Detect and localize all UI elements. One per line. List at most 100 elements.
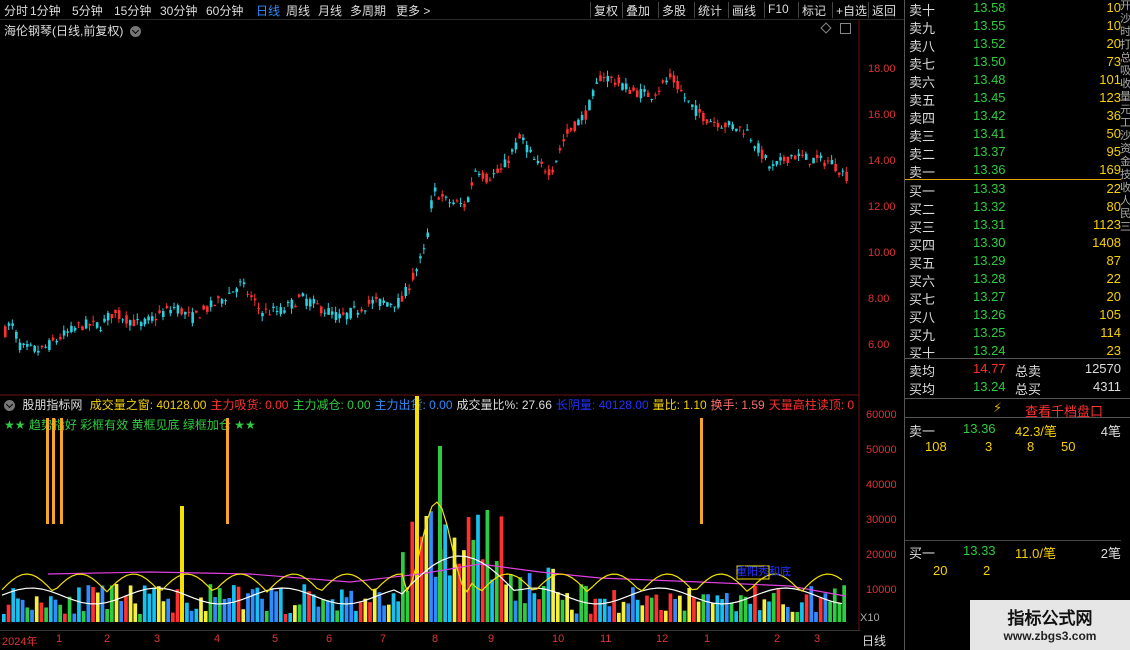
volume-bar	[673, 598, 677, 622]
time-tick: 2	[774, 633, 781, 645]
orderbook-level[interactable]: 买二 13.32 80	[905, 199, 1121, 217]
buy1-price: 13.33	[963, 543, 996, 558]
candle-body	[338, 313, 341, 319]
candle-body	[815, 154, 819, 159]
orderbook-level[interactable]: 卖二 13.37 95	[905, 144, 1121, 162]
volume-bar	[325, 600, 330, 622]
orderbook-level[interactable]: 买六 13.28 22	[905, 271, 1121, 289]
volume-bar	[63, 613, 67, 622]
toolbar-button-0[interactable]: 复权	[594, 2, 618, 19]
orderbook-level[interactable]: 买四 13.30 1408	[905, 235, 1121, 253]
period-tab-9[interactable]: 多周期	[350, 2, 386, 19]
volume-bar	[44, 607, 48, 622]
candle-body	[602, 76, 606, 79]
candle-body	[62, 330, 66, 336]
volume-bar	[152, 588, 156, 622]
period-tab-0[interactable]: 分时	[4, 2, 28, 19]
toolbar-button-8[interactable]: 返回	[872, 2, 896, 19]
candle-body	[654, 94, 657, 96]
orderbook-level[interactable]: 卖一 13.36 169	[905, 162, 1121, 180]
volume-bar	[504, 584, 508, 622]
period-label[interactable]: 日线	[862, 632, 886, 649]
volume-bar	[570, 609, 574, 622]
volume-bar	[743, 596, 748, 622]
time-tick: 12	[656, 633, 669, 645]
toolbar-button-4[interactable]: 画线	[732, 2, 756, 19]
divider	[905, 179, 1121, 180]
candle-body	[11, 323, 14, 326]
level-pr: 13.28	[973, 271, 1006, 286]
toolbar-button-2[interactable]: 多股	[662, 2, 686, 19]
volume-bar	[720, 599, 724, 622]
orderbook-level[interactable]: 买九 13.25 114	[905, 325, 1121, 343]
candle-body	[198, 317, 202, 319]
candle-body	[209, 300, 213, 308]
toolbar-button-7[interactable]: +自选	[836, 2, 867, 19]
volume-chart[interactable]	[0, 396, 860, 630]
volume-bar	[724, 593, 729, 622]
volume-bar	[804, 594, 809, 622]
candle-body	[746, 129, 749, 131]
candle-body	[760, 149, 764, 159]
orderbook-level[interactable]: 卖七 13.50 73	[905, 54, 1121, 72]
orderbook-level[interactable]: 卖十 13.58 10	[905, 0, 1121, 18]
volume-bar	[241, 609, 246, 622]
orderbook-level[interactable]: 卖四 13.42 36	[905, 108, 1121, 126]
volume-bar	[640, 605, 645, 622]
candle-body	[228, 292, 231, 294]
period-tab-8[interactable]: 月线	[318, 2, 342, 19]
orderbook-level[interactable]: 买五 13.29 87	[905, 253, 1121, 271]
period-tab-4[interactable]: 30分钟	[160, 2, 197, 19]
candle-body	[837, 172, 841, 175]
candle-body	[617, 77, 621, 84]
candle-body	[588, 100, 591, 111]
candle-body	[621, 83, 624, 90]
candle-body	[632, 87, 635, 91]
price-tick: 12.00	[868, 201, 896, 213]
toolbar-button-1[interactable]: 叠加	[626, 2, 650, 19]
volume-peak-bar	[180, 506, 184, 622]
candle-body	[514, 142, 518, 150]
period-tab-5[interactable]: 60分钟	[206, 2, 243, 19]
candle-body	[797, 153, 801, 157]
candle-body	[771, 164, 775, 166]
price-tick: 16.00	[868, 109, 896, 121]
candle-body	[635, 90, 639, 97]
candle-body	[779, 157, 782, 161]
volume-bar	[260, 598, 264, 622]
candle-body	[70, 325, 73, 333]
period-tab-7[interactable]: 周线	[286, 2, 310, 19]
level-pr: 13.29	[973, 253, 1006, 268]
period-tab-1[interactable]: 1分钟	[30, 2, 61, 19]
orderbook-level[interactable]: 卖三 13.41 50	[905, 126, 1121, 144]
period-tab-10[interactable]: 更多 >	[396, 2, 430, 19]
toolbar-button-5[interactable]: F10	[768, 2, 789, 16]
orderbook-level[interactable]: 卖九 13.55 10	[905, 18, 1121, 36]
orderbook-level[interactable]: 买三 13.31 1123	[905, 217, 1121, 235]
toolbar-button-6[interactable]: 标记	[802, 2, 826, 19]
side-text: 开沙时打总吸收量元工沙资金技收人民三	[1120, 0, 1130, 233]
qianbang-button[interactable]: 查看千档盘口	[1025, 401, 1103, 420]
candle-body	[477, 173, 481, 176]
orderbook-level[interactable]: 买八 13.26 105	[905, 307, 1121, 325]
toolbar-button-3[interactable]: 统计	[698, 2, 722, 19]
candlestick-chart[interactable]	[0, 20, 860, 396]
level-vol: 1408	[1092, 235, 1121, 250]
orderbook-level[interactable]: 买一 13.33 22	[905, 181, 1121, 199]
candle-body	[757, 143, 760, 153]
orderbook-level[interactable]: 卖六 13.48 101	[905, 72, 1121, 90]
volume-bar	[682, 610, 687, 622]
level-pr: 13.25	[973, 325, 1006, 340]
candle-body	[753, 146, 757, 149]
orderbook-level[interactable]: 卖五 13.45 123	[905, 90, 1121, 108]
volume-bar	[593, 598, 598, 622]
candle-body	[353, 306, 356, 308]
period-tab-6[interactable]: 日线	[256, 2, 280, 19]
candle-body	[286, 302, 290, 304]
period-tab-2[interactable]: 5分钟	[72, 2, 103, 19]
period-tab-3[interactable]: 15分钟	[114, 2, 151, 19]
orderbook-level[interactable]: 卖八 13.52 20	[905, 36, 1121, 54]
level-lab: 卖三	[909, 129, 936, 144]
candle-body	[657, 90, 661, 92]
orderbook-level[interactable]: 买七 13.27 20	[905, 289, 1121, 307]
